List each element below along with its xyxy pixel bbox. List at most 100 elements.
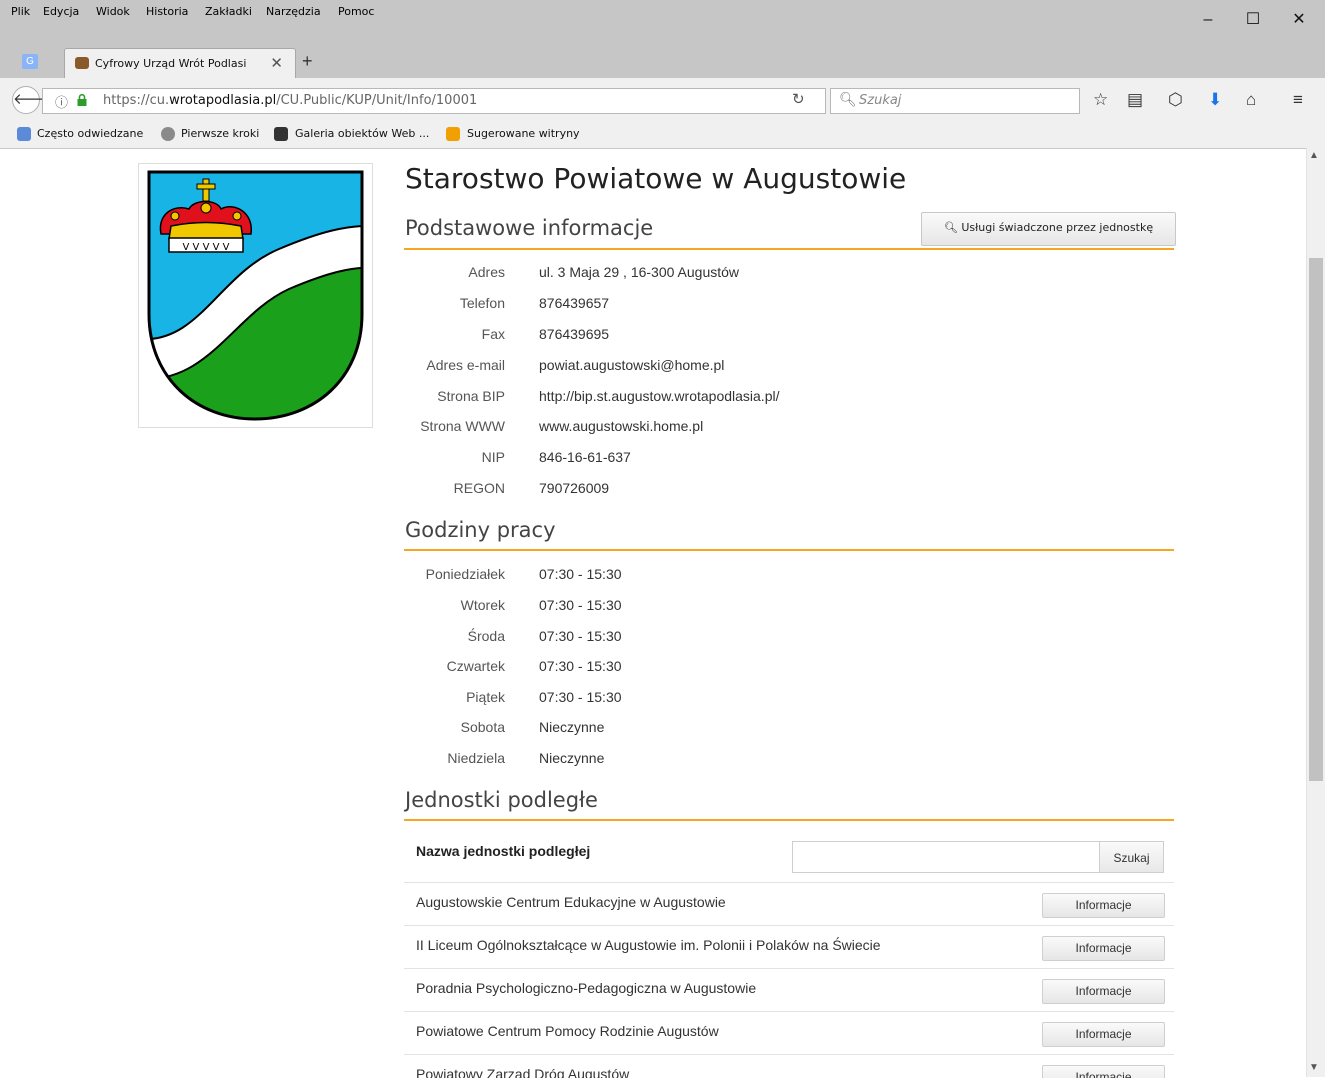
day-label: Sobota [460, 719, 505, 735]
hours-value: 07:30 - 15:30 [539, 689, 622, 705]
hours-row: Poniedziałek 07:30 - 15:30 [405, 566, 1165, 597]
bookmark-star-icon[interactable]: ☆ [1093, 90, 1108, 110]
scrollbar-thumb[interactable] [1309, 258, 1323, 781]
info-value[interactable]: powiat.augustowski@home.pl [539, 357, 724, 373]
info-icon[interactable]: ⓘ [55, 92, 68, 111]
bookmark-suggested[interactable]: Sugerowane witryny [467, 127, 580, 140]
tab-title: Cyfrowy Urząd Wrót Podlasi [95, 57, 247, 70]
subunit-row: Powiatowy Zarząd Dróg Augustów Informacj… [404, 1054, 1174, 1078]
day-label: Piątek [466, 689, 505, 705]
subunit-name: Powiatowe Centrum Pomocy Rodzinie August… [416, 1023, 719, 1039]
menu-bookmarks[interactable]: Zakładki [205, 5, 252, 18]
menu-bar: Plik Edycja Widok Historia Zakładki Narz… [0, 0, 1325, 44]
maximize-button[interactable]: ☐ [1230, 6, 1276, 34]
bookmark-first-steps[interactable]: Pierwsze kroki [181, 127, 259, 140]
hours-row: Piątek 07:30 - 15:30 [405, 689, 1165, 720]
menu-history[interactable]: Historia [146, 5, 188, 18]
subunit-search-input[interactable] [792, 841, 1100, 873]
page-title: Starostwo Powiatowe w Augustowie [405, 162, 907, 195]
download-icon[interactable]: ⬇ [1208, 90, 1222, 110]
subunit-name: Augustowskie Centrum Edukacyjne w August… [416, 894, 726, 910]
section-divider [404, 819, 1174, 821]
hours-value: 07:30 - 15:30 [539, 566, 622, 582]
info-value: 790726009 [539, 480, 610, 496]
section-divider [404, 248, 1174, 250]
close-window-button[interactable]: ✕ [1276, 6, 1322, 34]
hours-value: 07:30 - 15:30 [539, 628, 622, 644]
search-placeholder: Szukaj [859, 93, 902, 108]
lock-icon [77, 94, 87, 106]
subunit-search-button[interactable]: Szukaj [1099, 841, 1164, 873]
subunit-info-button[interactable]: Informacje [1042, 893, 1165, 918]
coat-of-arms: V V V V V [138, 163, 373, 428]
tab-close-icon[interactable]: ✕ [270, 54, 283, 72]
new-tab-icon[interactable]: + [302, 51, 313, 72]
subunit-info-button[interactable]: Informacje [1042, 1022, 1165, 1047]
menu-edit[interactable]: Edycja [43, 5, 79, 18]
section-divider [404, 549, 1174, 551]
reload-icon[interactable]: ↻ [792, 90, 805, 108]
info-row-fax: Fax 876439695 [405, 326, 1165, 357]
subunit-info-button[interactable]: Informacje [1042, 1065, 1165, 1078]
browser-search-input[interactable]: 🔍︎ Szukaj [830, 88, 1080, 114]
favicon-icon [75, 57, 89, 69]
info-row-nip: NIP 846-16-61-637 [405, 449, 1165, 480]
subunits-heading: Jednostki podległe [405, 788, 598, 812]
url-text: https://cu.wrotapodlasia.pl/CU.Public/KU… [103, 93, 478, 108]
search-icon: 🔍︎ [943, 221, 958, 234]
bookmark-web-gallery[interactable]: Galeria obiektów Web ... [295, 127, 429, 140]
hours-value: Nieczynne [539, 719, 605, 735]
info-label: Telefon [459, 295, 505, 311]
menu-file[interactable]: Plik [11, 5, 30, 18]
hours-row: Czwartek 07:30 - 15:30 [405, 658, 1165, 689]
hours-row: Środa 07:30 - 15:30 [405, 628, 1165, 659]
suggested-sites-icon [446, 127, 460, 141]
info-label: Adres [468, 264, 505, 280]
info-row-bip: Strona BIP http://bip.st.augustow.wrotapo… [405, 388, 1165, 419]
translate-icon[interactable]: G [22, 54, 38, 69]
subunit-info-button[interactable]: Informacje [1042, 979, 1165, 1004]
back-arrow-icon[interactable]: 🡐 [12, 86, 53, 114]
subunit-row: Powiatowe Centrum Pomocy Rodzinie August… [404, 1011, 1174, 1055]
hours-value: Nieczynne [539, 750, 605, 766]
bookmark-frequent[interactable]: Często odwiedzane [37, 127, 143, 140]
web-gallery-icon [274, 127, 288, 141]
pocket-icon[interactable]: ⬡ [1168, 90, 1183, 110]
info-value[interactable]: www.augustowski.home.pl [539, 418, 703, 434]
scroll-down-icon[interactable]: ▼ [1309, 1062, 1319, 1073]
day-label: Poniedziałek [425, 566, 505, 582]
info-value: 876439695 [539, 326, 610, 342]
subunit-info-button[interactable]: Informacje [1042, 936, 1165, 961]
minimize-button[interactable]: – [1185, 6, 1231, 34]
subunit-name: Powiatowy Zarząd Dróg Augustów [416, 1066, 630, 1078]
basic-info-heading: Podstawowe informacje [405, 216, 654, 240]
menu-help[interactable]: Pomoc [338, 5, 374, 18]
subunit-row: II Liceum Ogólnokształcące w Augustowie … [404, 925, 1174, 969]
day-label: Czwartek [446, 658, 505, 674]
info-label: Strona BIP [437, 388, 505, 404]
reading-list-icon[interactable]: ▤ [1127, 90, 1143, 110]
tab-active[interactable]: Cyfrowy Urząd Wrót Podlasi ✕ [64, 48, 296, 79]
home-icon[interactable]: ⌂ [1246, 90, 1256, 110]
info-label: NIP [481, 449, 505, 465]
menu-tools[interactable]: Narzędzia [266, 5, 321, 18]
url-bar[interactable]: ⓘ https://cu.wrotapodlasia.pl/CU.Public/… [42, 88, 826, 114]
hours-row: Sobota Nieczynne [405, 719, 1165, 750]
subunit-row: Poradnia Psychologiczno-Pedagogiczna w A… [404, 968, 1174, 1012]
services-button[interactable]: 🔍︎ Usługi świadczone przez jednostkę [921, 212, 1176, 246]
hours-row: Wtorek 07:30 - 15:30 [405, 597, 1165, 628]
info-label: Fax [481, 326, 505, 342]
info-value: 846-16-61-637 [539, 449, 631, 465]
scroll-up-icon[interactable]: ▲ [1309, 150, 1319, 161]
info-row-email: Adres e-mail powiat.augustowski@home.pl [405, 357, 1165, 388]
hours-value: 07:30 - 15:30 [539, 597, 622, 613]
menu-view[interactable]: Widok [96, 5, 130, 18]
hamburger-menu-icon[interactable]: ≡ [1293, 90, 1303, 110]
info-value[interactable]: http://bip.st.augustow.wrotapodlasia.pl/ [539, 388, 779, 404]
search-icon: 🔍︎ [839, 91, 857, 107]
globe-icon [161, 127, 175, 141]
hours-heading: Godziny pracy [405, 518, 556, 542]
info-value: ul. 3 Maja 29 , 16-300 Augustów [539, 264, 740, 280]
info-label: Strona WWW [420, 418, 505, 434]
subunit-name: II Liceum Ogólnokształcące w Augustowie … [416, 937, 881, 953]
